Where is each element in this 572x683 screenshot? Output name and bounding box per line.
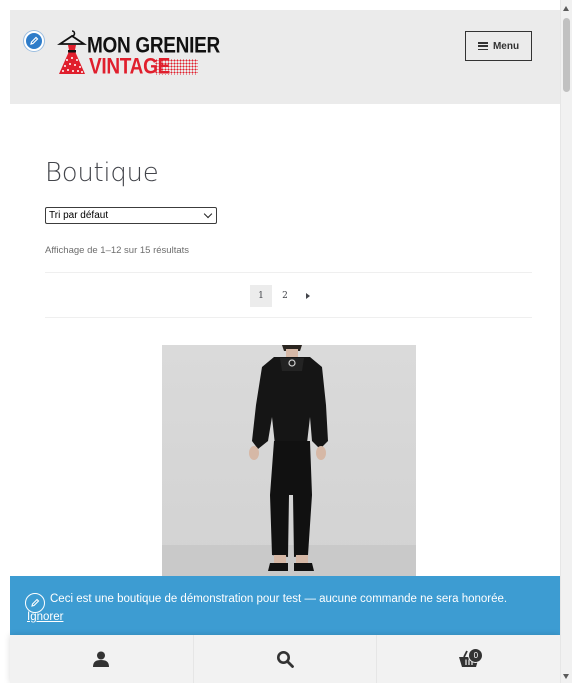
sort-select-value: Tri par défaut — [49, 210, 109, 221]
product-photo — [162, 345, 416, 583]
pencil-icon[interactable] — [24, 31, 44, 51]
search-icon — [277, 651, 294, 668]
scrollbar-thumb[interactable] — [563, 18, 570, 92]
page-2-link[interactable]: 2 — [274, 285, 296, 307]
scroll-down-arrow-icon[interactable] — [563, 674, 569, 679]
hamburger-icon — [477, 42, 488, 50]
product-image[interactable] — [162, 345, 416, 583]
sort-select[interactable]: Tri par défaut — [45, 207, 217, 224]
user-icon — [93, 651, 110, 667]
menu-button[interactable]: Menu — [465, 31, 532, 61]
page-1: 1 — [250, 285, 272, 307]
cart-button[interactable]: 0 — [377, 635, 560, 683]
page-title: Boutique — [45, 158, 159, 188]
scroll-up-arrow-icon[interactable] — [563, 6, 569, 11]
site-header: MON GRENIER VINTAGE Menu — [10, 10, 560, 104]
result-count: Affichage de 1–12 sur 15 résultats — [45, 245, 190, 256]
menu-button-label: Menu — [492, 40, 520, 52]
handheld-footer-bar: 0 — [10, 635, 560, 683]
store-notice: Ceci est une boutique de démonstration p… — [10, 576, 560, 635]
cart-count-badge: 0 — [468, 648, 484, 663]
chevron-down-icon — [203, 209, 213, 219]
dress-hanger-icon — [57, 30, 87, 74]
page-viewport: MON GRENIER VINTAGE Menu Boutique Tri pa… — [0, 0, 560, 683]
scrollbar[interactable] — [560, 0, 572, 683]
store-notice-text: Ceci est une boutique de démonstration p… — [50, 593, 508, 605]
search-button[interactable] — [193, 635, 378, 683]
pagination: 1 2 — [250, 285, 310, 307]
arrow-right-icon[interactable] — [306, 293, 310, 299]
divider — [45, 317, 532, 318]
dismiss-link[interactable]: Ignorer — [27, 611, 63, 623]
divider — [45, 272, 532, 273]
my-account-button[interactable] — [10, 635, 194, 683]
pencil-icon — [25, 593, 45, 613]
logo-dot-pattern — [155, 59, 198, 75]
site-logo[interactable]: MON GRENIER VINTAGE — [56, 28, 220, 80]
